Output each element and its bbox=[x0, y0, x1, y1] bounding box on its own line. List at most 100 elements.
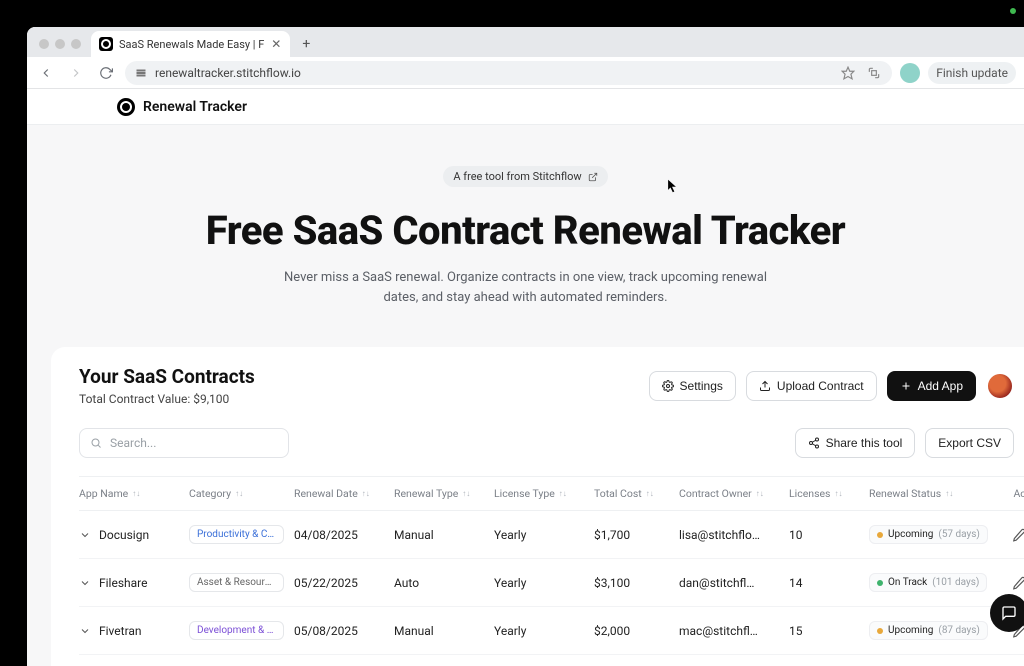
contracts-panel: Your SaaS Contracts Total Contract Value… bbox=[51, 347, 1024, 666]
new-tab-button[interactable]: + bbox=[296, 34, 316, 54]
total-cost: $3,100 bbox=[594, 576, 679, 590]
recording-indicator bbox=[1010, 8, 1016, 14]
col-license-type[interactable]: License Type↑↓ bbox=[494, 487, 594, 500]
close-tab-icon[interactable]: ✕ bbox=[270, 38, 282, 50]
upload-contract-button[interactable]: Upload Contract bbox=[746, 371, 877, 401]
plus-icon bbox=[900, 380, 912, 392]
category-pill: Productivity & Col… bbox=[189, 525, 284, 544]
status-text: Upcoming bbox=[888, 529, 933, 540]
sort-icon: ↑↓ bbox=[756, 489, 764, 498]
sort-icon: ↑↓ bbox=[945, 489, 953, 498]
license-type: Yearly bbox=[494, 624, 594, 638]
category-pill: Asset & Resource… bbox=[189, 573, 284, 592]
renewal-date: 05/08/2025 bbox=[294, 624, 394, 638]
browser-window: SaaS Renewals Made Easy | F ✕ + renewalt… bbox=[27, 27, 1024, 666]
chevron-down-icon[interactable] bbox=[79, 625, 91, 637]
table-row[interactable]: Fivetran Development & D… 05/08/2025 Man… bbox=[79, 607, 1024, 655]
license-type: Yearly bbox=[494, 528, 594, 542]
col-category[interactable]: Category↑↓ bbox=[189, 487, 294, 500]
back-button[interactable] bbox=[35, 62, 57, 84]
tab-bar: SaaS Renewals Made Easy | F ✕ + bbox=[27, 27, 1024, 57]
col-renewal-status[interactable]: Renewal Status↑↓ bbox=[869, 487, 999, 500]
window-controls[interactable] bbox=[37, 39, 85, 57]
contract-owner: mac@stitchfl… bbox=[679, 624, 758, 638]
brand[interactable]: Renewal Tracker bbox=[117, 98, 247, 116]
status-text: On Track bbox=[888, 577, 927, 588]
add-app-label: Add App bbox=[918, 379, 963, 393]
total-cost: $2,000 bbox=[594, 624, 679, 638]
add-app-button[interactable]: Add App bbox=[887, 371, 976, 401]
contract-owner: dan@stitchfl… bbox=[679, 576, 754, 590]
app-name: Docusign bbox=[99, 528, 149, 542]
renewal-type: Manual bbox=[394, 528, 494, 542]
share-icon bbox=[808, 437, 820, 449]
col-contract-owner[interactable]: Contract Owner↑↓ bbox=[679, 487, 789, 500]
status-days: (87 days) bbox=[938, 625, 980, 636]
contracts-title: Your SaaS Contracts bbox=[79, 365, 255, 388]
share-tool-button[interactable]: Share this tool bbox=[795, 428, 916, 458]
forward-button[interactable] bbox=[65, 62, 87, 84]
sort-icon: ↑↓ bbox=[559, 489, 567, 498]
page-title: Free SaaS Contract Renewal Tracker bbox=[27, 207, 1024, 254]
chevron-down-icon[interactable] bbox=[79, 529, 91, 541]
extensions-icon[interactable] bbox=[866, 65, 882, 81]
subtitle-line2: dates, and stay ahead with automated rem… bbox=[383, 290, 667, 305]
table-row[interactable]: Wiz bbox=[79, 655, 1024, 666]
status-dot-icon bbox=[877, 580, 883, 586]
gear-icon bbox=[662, 380, 674, 392]
contracts-table: App Name↑↓ Category↑↓ Renewal Date↑↓ Ren… bbox=[79, 476, 1024, 666]
bookmark-icon[interactable] bbox=[840, 65, 856, 81]
profile-avatar[interactable] bbox=[900, 63, 920, 83]
minimize-window-icon[interactable] bbox=[55, 39, 65, 49]
upload-icon bbox=[759, 380, 771, 392]
status-dot-icon bbox=[877, 628, 883, 634]
renewal-date: 04/08/2025 bbox=[294, 528, 394, 542]
cursor-icon bbox=[667, 179, 677, 193]
col-app-name[interactable]: App Name↑↓ bbox=[79, 487, 189, 500]
user-avatar[interactable] bbox=[986, 372, 1014, 400]
renewal-date: 05/22/2025 bbox=[294, 576, 394, 590]
col-renewal-type[interactable]: Renewal Type↑↓ bbox=[394, 487, 494, 500]
sort-icon: ↑↓ bbox=[834, 489, 842, 498]
maximize-window-icon[interactable] bbox=[71, 39, 81, 49]
table-row[interactable]: Fileshare Asset & Resource… 05/22/2025 A… bbox=[79, 559, 1024, 607]
chevron-down-icon[interactable] bbox=[79, 577, 91, 589]
edit-button[interactable] bbox=[1011, 527, 1024, 543]
licenses-count: 15 bbox=[789, 624, 869, 638]
status-days: (101 days) bbox=[932, 577, 979, 588]
search-placeholder: Search... bbox=[110, 436, 156, 450]
chat-fab[interactable] bbox=[990, 594, 1024, 632]
export-csv-button[interactable]: Export CSV bbox=[925, 428, 1014, 458]
table-header: App Name↑↓ Category↑↓ Renewal Date↑↓ Ren… bbox=[79, 477, 1024, 511]
address-bar: renewaltracker.stitchflow.io Finish upda… bbox=[27, 57, 1024, 89]
search-input[interactable]: Search... bbox=[79, 428, 289, 458]
hero-badge[interactable]: A free tool from Stitchflow bbox=[443, 166, 607, 187]
col-renewal-date[interactable]: Renewal Date↑↓ bbox=[294, 487, 394, 500]
status-text: Upcoming bbox=[888, 625, 933, 636]
site-settings-icon[interactable] bbox=[135, 67, 147, 79]
finish-update-chip[interactable]: Finish update bbox=[928, 62, 1016, 84]
pencil-icon bbox=[1012, 576, 1024, 590]
col-total-cost[interactable]: Total Cost↑↓ bbox=[594, 487, 679, 500]
reload-button[interactable] bbox=[95, 62, 117, 84]
total-cost: $1,700 bbox=[594, 528, 679, 542]
settings-button[interactable]: Settings bbox=[649, 371, 736, 401]
close-window-icon[interactable] bbox=[39, 39, 49, 49]
export-label: Export CSV bbox=[938, 436, 1001, 450]
license-type: Yearly bbox=[494, 576, 594, 590]
url-field[interactable]: renewaltracker.stitchflow.io bbox=[125, 61, 892, 85]
sort-icon: ↑↓ bbox=[646, 489, 654, 498]
site-header: Renewal Tracker bbox=[27, 89, 1024, 125]
col-licenses[interactable]: Licenses↑↓ bbox=[789, 487, 869, 500]
renewal-type: Manual bbox=[394, 624, 494, 638]
status-dot-icon bbox=[877, 532, 883, 538]
brand-logo-icon bbox=[117, 98, 135, 116]
table-row[interactable]: Docusign Productivity & Col… 04/08/2025 … bbox=[79, 511, 1024, 559]
edit-button[interactable] bbox=[1011, 575, 1024, 591]
browser-tab[interactable]: SaaS Renewals Made Easy | F ✕ bbox=[91, 31, 290, 57]
col-actions: Actions bbox=[999, 487, 1024, 500]
licenses-count: 10 bbox=[789, 528, 869, 542]
hero-badge-text: A free tool from Stitchflow bbox=[453, 170, 581, 183]
sort-icon: ↑↓ bbox=[362, 489, 370, 498]
status-badge: Upcoming (87 days) bbox=[869, 621, 988, 640]
